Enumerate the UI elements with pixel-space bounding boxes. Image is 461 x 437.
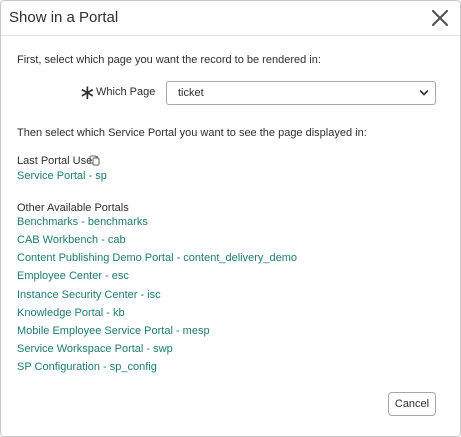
portal-link-cab[interactable]: CAB Workbench - cab bbox=[17, 234, 126, 246]
portal-link-sp-config[interactable]: SP Configuration - sp_config bbox=[17, 361, 157, 373]
copy-icon[interactable] bbox=[89, 155, 100, 166]
portal-link-kb[interactable]: Knowledge Portal - kb bbox=[17, 307, 125, 319]
other-portals-label: Other Available Portals bbox=[17, 202, 129, 214]
required-marker: ∗ bbox=[79, 82, 96, 104]
which-page-row: ∗ Which Page ticket bbox=[1, 81, 460, 105]
portal-link-esc[interactable]: Employee Center - esc bbox=[17, 270, 129, 282]
portal-link-isc[interactable]: Instance Security Center - isc bbox=[17, 289, 161, 301]
first-instruction: First, select which page you want the re… bbox=[17, 54, 321, 66]
cancel-button[interactable]: Cancel bbox=[388, 392, 436, 416]
chevron-down-icon bbox=[419, 90, 429, 96]
last-portal-label: Last Portal Used bbox=[17, 155, 99, 167]
close-icon bbox=[431, 9, 449, 27]
which-page-label: Which Page bbox=[96, 86, 156, 98]
then-instruction: Then select which Service Portal you wan… bbox=[17, 127, 367, 139]
dialog-title: Show in a Portal bbox=[9, 9, 119, 26]
which-page-selected-value: ticket bbox=[178, 87, 204, 99]
portal-link-content-delivery-demo[interactable]: Content Publishing Demo Portal - content… bbox=[17, 252, 297, 264]
portal-link-mesp[interactable]: Mobile Employee Service Portal - mesp bbox=[17, 325, 210, 337]
close-button[interactable] bbox=[430, 8, 450, 28]
last-portal-link[interactable]: Service Portal - sp bbox=[17, 170, 107, 182]
show-in-portal-dialog: Show in a Portal First, select which pag… bbox=[0, 0, 461, 437]
which-page-select[interactable]: ticket bbox=[166, 81, 436, 105]
dialog-header: Show in a Portal bbox=[1, 1, 460, 36]
portal-link-benchmarks[interactable]: Benchmarks - benchmarks bbox=[17, 216, 148, 228]
portal-link-swp[interactable]: Service Workspace Portal - swp bbox=[17, 343, 173, 355]
